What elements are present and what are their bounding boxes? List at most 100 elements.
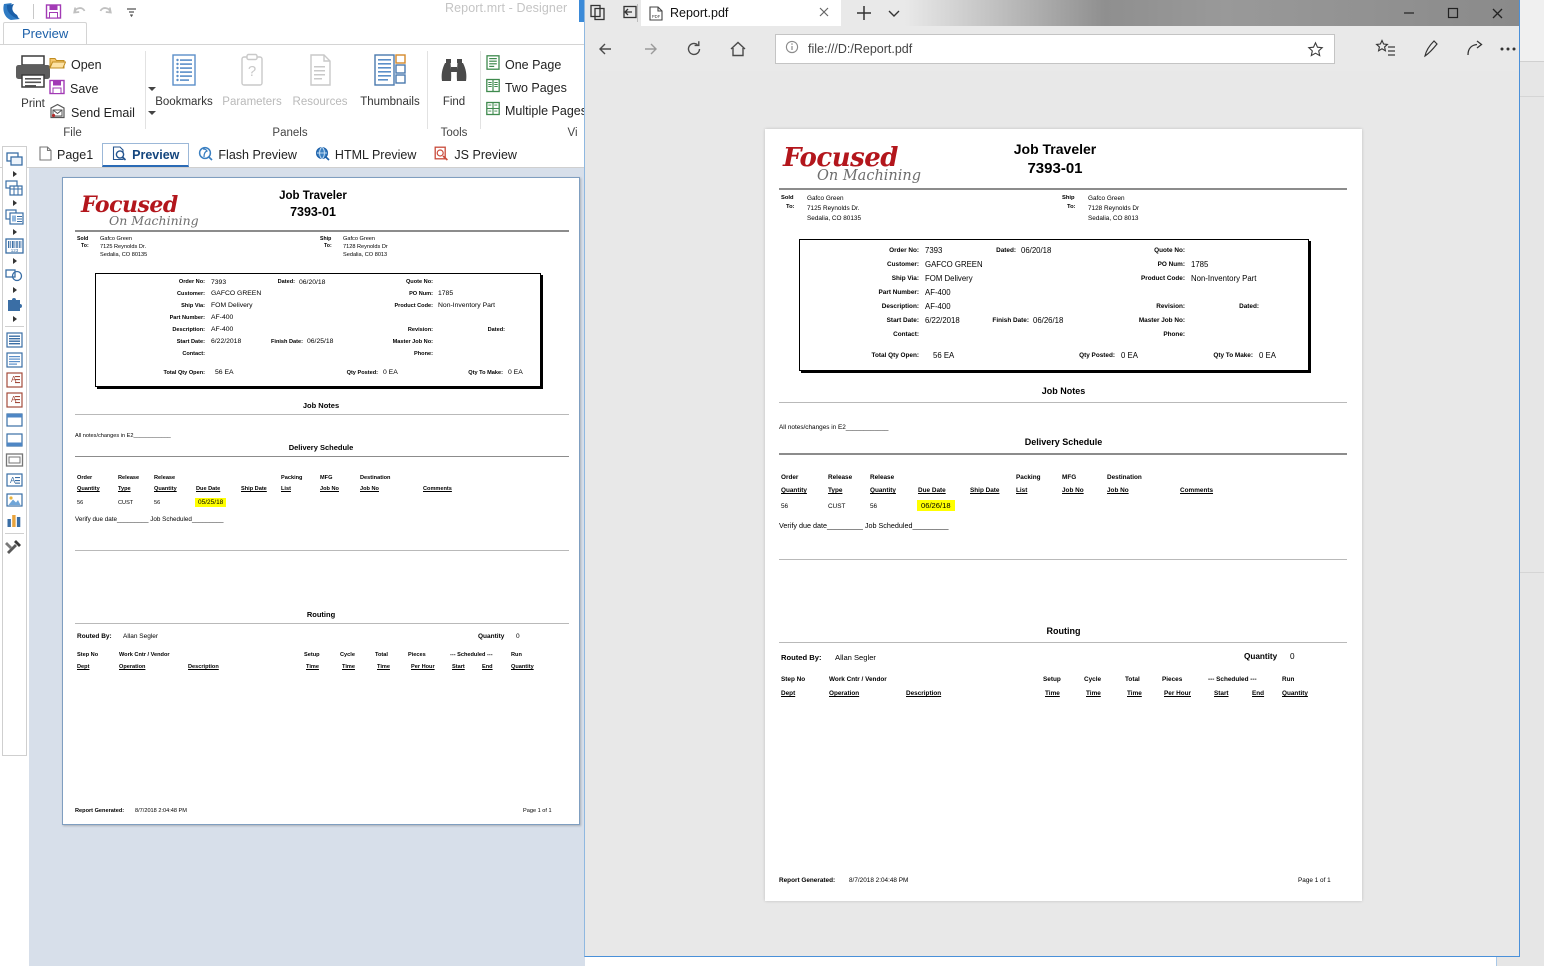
pdf-rt-col-top-3: Setup bbox=[1043, 676, 1061, 683]
data-band-tool-icon[interactable] bbox=[4, 330, 25, 350]
page-header-tool-icon[interactable] bbox=[4, 410, 25, 430]
one-page-button[interactable]: One Page bbox=[486, 55, 561, 75]
pdf-rt-col-bot-1: Operation bbox=[829, 690, 860, 697]
favorite-star-icon[interactable] bbox=[1307, 41, 1324, 58]
customize-qat-chevron-down-icon[interactable] bbox=[123, 3, 140, 20]
minimize-button[interactable] bbox=[1387, 0, 1431, 26]
parameters-button: ? Parameters bbox=[221, 53, 283, 108]
tools-options-icon[interactable] bbox=[4, 537, 25, 557]
richtext-tool-icon[interactable]: A bbox=[4, 470, 25, 490]
puzzle-tool-icon[interactable] bbox=[4, 294, 25, 314]
textbox-tool-icon[interactable] bbox=[4, 450, 25, 470]
puzzle-tool-dropdown-arrow-icon[interactable] bbox=[4, 314, 25, 323]
pdf-ds-col-bot-1: Type bbox=[828, 487, 843, 494]
tab-flash-preview[interactable]: Flash Preview bbox=[189, 143, 306, 167]
preview-routed-by-value: Allan Segler bbox=[123, 633, 159, 640]
shape-tool-icon[interactable] bbox=[4, 265, 25, 285]
send-email-dropdown-arrow-icon[interactable] bbox=[147, 111, 156, 115]
table-tool-dropdown-arrow-icon[interactable] bbox=[4, 198, 25, 207]
save-icon[interactable] bbox=[45, 3, 62, 20]
favorites-hub-icon[interactable] bbox=[1375, 38, 1397, 60]
preview-routed-by-label: Routed By: bbox=[77, 633, 112, 640]
cross-tab-tool-icon[interactable] bbox=[4, 207, 25, 227]
back-button[interactable] bbox=[595, 38, 617, 60]
preview-ship-to-line3: Sedalia, CO 8013 bbox=[343, 252, 388, 258]
forward-button[interactable] bbox=[639, 38, 661, 60]
tab-menu-chevron-down-icon[interactable] bbox=[884, 3, 904, 23]
designer-window-title: Report.mrt - Designer bbox=[445, 1, 568, 15]
html-preview-icon bbox=[315, 146, 330, 164]
undo-icon[interactable] bbox=[71, 3, 88, 20]
redo-icon[interactable] bbox=[97, 3, 114, 20]
share-icon[interactable] bbox=[1463, 38, 1485, 60]
preview-ds-col-bot-3: Due Date bbox=[196, 486, 221, 492]
multiple-pages-button[interactable]: Multiple Pages bbox=[486, 101, 585, 121]
thumbnails-button[interactable]: Thumbnails bbox=[357, 53, 423, 108]
send-email-button[interactable]: Send Email bbox=[49, 103, 156, 123]
preview-rt-col-top-4: Cycle bbox=[340, 652, 355, 658]
tab-js-preview[interactable]: JS Preview bbox=[425, 143, 526, 167]
settings-and-more-ellipsis-icon[interactable] bbox=[1497, 38, 1519, 60]
one-page-icon bbox=[486, 55, 500, 75]
two-pages-button[interactable]: Two Pages bbox=[486, 78, 567, 98]
maximize-button[interactable] bbox=[1431, 0, 1475, 26]
tab-page1[interactable]: Page1 bbox=[30, 143, 102, 167]
home-button[interactable] bbox=[727, 38, 749, 60]
preview-logo-onmachining: On Machining bbox=[109, 213, 199, 228]
image-tool-icon[interactable] bbox=[4, 490, 25, 510]
find-button[interactable]: Find bbox=[432, 53, 476, 108]
tabstrip-left-icons bbox=[589, 3, 639, 21]
tabs-aside-icon[interactable] bbox=[589, 3, 607, 21]
panel-tool-icon[interactable] bbox=[4, 149, 25, 169]
tab-html-preview[interactable]: HTML Preview bbox=[306, 143, 426, 167]
preview-po-num-label: PO Num: bbox=[409, 291, 433, 297]
footer-band-tool-icon[interactable]: A bbox=[4, 390, 25, 410]
barcode-tool-dropdown-arrow-icon[interactable] bbox=[4, 256, 25, 265]
address-bar[interactable]: file:///D:/Report.pdf bbox=[775, 34, 1335, 64]
preview-start-date-label: Start Date: bbox=[176, 339, 205, 345]
preview-rt-col-top-9: Run bbox=[511, 652, 522, 658]
preview-ds-order-qty: 56 bbox=[77, 500, 84, 506]
designer-view-tabs: Page1 Preview Flash Preview HTML Preview… bbox=[0, 143, 585, 168]
close-tab-icon[interactable] bbox=[817, 5, 831, 19]
pdf-qty-to-make-value: 0 EA bbox=[1259, 351, 1276, 360]
refresh-button[interactable] bbox=[683, 38, 705, 60]
preview-job-notes-text: All notes/changes in E2____________ bbox=[75, 433, 171, 439]
find-label: Find bbox=[442, 96, 466, 108]
chart-tool-icon[interactable] bbox=[4, 510, 25, 530]
preview-total-qty-open-value: 56 EA bbox=[215, 369, 234, 376]
header-band-tool-icon[interactable]: A bbox=[4, 370, 25, 390]
edge-tab-strip: PDF Report.pdf bbox=[585, 0, 1519, 26]
cross-tab-tool-dropdown-arrow-icon[interactable] bbox=[4, 227, 25, 236]
preview-ds-col-top-0: Order bbox=[77, 475, 93, 481]
browser-tab-report-pdf[interactable]: PDF Report.pdf bbox=[641, 0, 841, 26]
shape-tool-dropdown-arrow-icon[interactable] bbox=[4, 285, 25, 294]
bookmarks-button[interactable]: Bookmarks bbox=[153, 53, 215, 108]
open-button[interactable]: Open bbox=[49, 55, 102, 75]
new-tab-button[interactable] bbox=[853, 2, 875, 24]
preview-ds-col-bot-5: List bbox=[281, 486, 291, 492]
make-a-note-pen-icon[interactable] bbox=[1419, 38, 1441, 60]
resources-icon bbox=[305, 53, 335, 94]
pdf-viewport[interactable]: Focused On Machining Job Traveler 7393-0… bbox=[585, 71, 1519, 955]
save-button[interactable]: Save bbox=[49, 79, 156, 99]
preview-ds-col-bot-0: Quantity bbox=[77, 486, 100, 492]
tab-preview[interactable]: Preview bbox=[102, 143, 190, 167]
preview-job-notes-heading: Job Notes bbox=[302, 401, 340, 410]
page-footer-tool-icon[interactable] bbox=[4, 430, 25, 450]
pdf-order-no-label: Order No: bbox=[889, 247, 919, 254]
preview-master-job-no-label: Master Job No: bbox=[392, 339, 433, 345]
table-tool-icon[interactable] bbox=[4, 178, 25, 198]
preview-customer-value: GAFCO GREEN bbox=[211, 290, 262, 297]
close-button[interactable] bbox=[1475, 0, 1519, 26]
info-icon[interactable] bbox=[785, 40, 799, 59]
preview-delivery-rule bbox=[75, 456, 569, 458]
pdf-rt-col-top-5: Total bbox=[1125, 676, 1140, 683]
ribbon-tab-preview[interactable]: Preview bbox=[3, 22, 88, 44]
barcode-tool-icon[interactable]: 123 bbox=[4, 236, 25, 256]
lines-tool-icon[interactable] bbox=[4, 350, 25, 370]
panel-tool-dropdown-arrow-icon[interactable] bbox=[4, 169, 25, 178]
pdf-ship-to-line3: Sedalia, CO 8013 bbox=[1088, 215, 1139, 222]
qat-separator bbox=[33, 3, 34, 19]
designer-preview-canvas[interactable]: Focused On Machining Job Traveler 7393-0… bbox=[29, 168, 585, 966]
